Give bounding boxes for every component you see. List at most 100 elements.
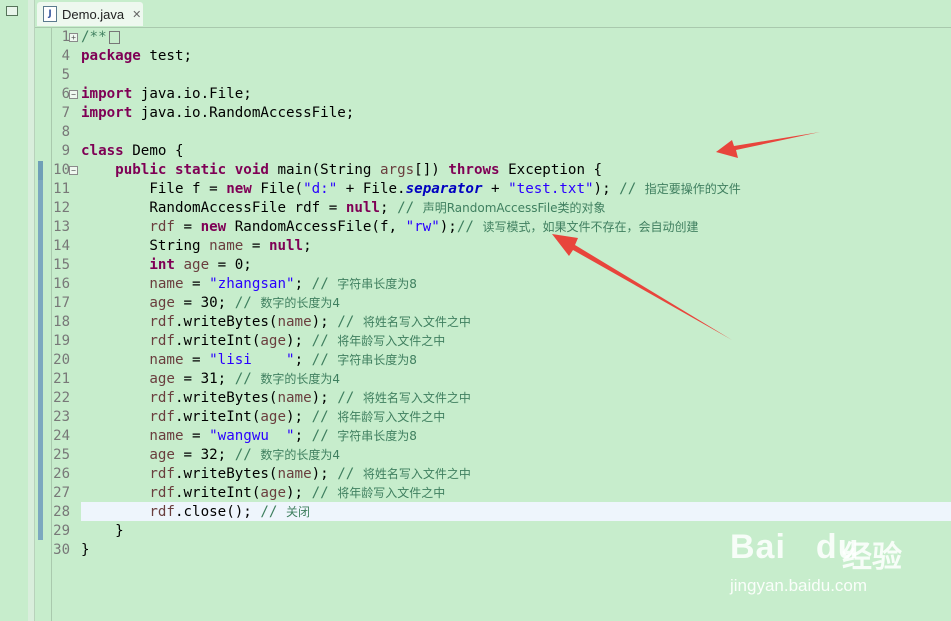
line-number-row: 12 bbox=[52, 199, 78, 218]
code-line-18: rdf.writeBytes(name); // 将姓名写入文件之中 bbox=[81, 313, 471, 332]
comment-marker: // bbox=[311, 333, 338, 349]
keyword: new bbox=[200, 219, 227, 235]
comment-marker: // bbox=[619, 181, 645, 197]
line-number: 10 bbox=[53, 162, 70, 178]
code-text: ); bbox=[593, 181, 620, 197]
comment: // 将姓名写入文件之中 bbox=[337, 466, 471, 482]
variable: name bbox=[209, 238, 244, 254]
code-text: String bbox=[149, 238, 210, 254]
comment-text: 声明RandomAccessFile类的对象 bbox=[422, 201, 606, 215]
comment-text: 指定要操作的文件 bbox=[644, 182, 741, 196]
code-text: .writeBytes( bbox=[174, 390, 278, 406]
java-file-icon: J bbox=[43, 6, 57, 22]
code-text: + File. bbox=[337, 181, 406, 197]
line-number-row: 29 bbox=[52, 522, 78, 541]
watermark-url: jingyan.baidu.com bbox=[730, 576, 868, 595]
code-line-15: int age = 0; bbox=[81, 256, 252, 275]
close-icon[interactable]: ✕ bbox=[132, 8, 141, 21]
keyword: int bbox=[149, 257, 175, 273]
comment-marker: // bbox=[234, 295, 261, 311]
line-number: 26 bbox=[53, 466, 70, 482]
code-text: = bbox=[183, 428, 210, 444]
comment-marker: // bbox=[337, 390, 363, 406]
comment-text: 将年龄写入文件之中 bbox=[337, 410, 446, 424]
line-number: 5 bbox=[61, 67, 70, 83]
code-line-28: rdf.close(); // 关闭 bbox=[81, 503, 310, 522]
code-line-4: package test; bbox=[81, 47, 192, 66]
comment-marker: // bbox=[311, 352, 338, 368]
comment: // 字符串长度为8 bbox=[312, 276, 417, 292]
editor-tab-demo-java[interactable]: J Demo.java ✕ bbox=[37, 2, 143, 26]
code-text: } bbox=[115, 523, 124, 539]
static-field: separator bbox=[405, 181, 483, 197]
comment-text: 将姓名写入文件之中 bbox=[362, 391, 471, 405]
line-number: 14 bbox=[53, 238, 70, 254]
code-text: } bbox=[81, 542, 90, 558]
line-number: 17 bbox=[53, 295, 70, 311]
keyword: import bbox=[81, 86, 133, 102]
comment: /** bbox=[81, 29, 107, 45]
code-text: []) bbox=[414, 162, 449, 178]
comment-marker: // bbox=[260, 504, 287, 520]
code-text: = 32; bbox=[174, 447, 235, 463]
occurrence-marker bbox=[38, 161, 43, 180]
code-text: = 30; bbox=[174, 295, 235, 311]
collapse-fold-icon[interactable]: − bbox=[69, 90, 78, 99]
collapse-fold-icon[interactable]: − bbox=[69, 166, 78, 175]
line-number: 8 bbox=[61, 124, 70, 140]
variable: rdf bbox=[149, 485, 175, 501]
code-line-17: age = 30; // 数字的长度为4 bbox=[81, 294, 340, 313]
panel-divider[interactable] bbox=[28, 0, 35, 621]
string-literal: "zhangsan" bbox=[209, 276, 295, 292]
code-text: RandomAccessFile(f, bbox=[226, 219, 406, 235]
variable: rdf bbox=[149, 504, 175, 520]
line-number-row: 4 bbox=[52, 47, 78, 66]
comment-text: 字符串长度为8 bbox=[337, 429, 417, 443]
variable: name bbox=[149, 276, 184, 292]
keyword: package bbox=[81, 48, 141, 64]
code-text: .writeBytes( bbox=[174, 466, 278, 482]
keyword: throws bbox=[448, 162, 500, 178]
variable: rdf bbox=[149, 466, 175, 482]
line-number-row: 19 bbox=[52, 332, 78, 351]
code-line-29: } bbox=[81, 522, 124, 541]
line-number: 4 bbox=[61, 48, 70, 64]
code-text: ); bbox=[439, 219, 457, 235]
comment-marker: // bbox=[311, 485, 338, 501]
line-number-row: 1 + bbox=[52, 28, 78, 47]
comment: // 关闭 bbox=[260, 504, 310, 520]
code-line-14: String name = null; bbox=[81, 237, 311, 256]
comment-marker: // bbox=[337, 314, 363, 330]
line-number: 20 bbox=[53, 352, 70, 368]
variable: age bbox=[260, 485, 287, 501]
comment-marker: // bbox=[311, 276, 338, 292]
comment: // 将年龄写入文件之中 bbox=[312, 485, 446, 501]
comment-text: 读写模式，如果文件不存在，会自动创建 bbox=[482, 220, 699, 234]
code-line-10: public static void main(String args[]) t… bbox=[81, 161, 602, 180]
variable: rdf bbox=[149, 314, 175, 330]
line-number: 15 bbox=[53, 257, 70, 273]
variable: name bbox=[277, 466, 312, 482]
comment: // 声明RandomAccessFile类的对象 bbox=[397, 200, 605, 216]
line-number: 7 bbox=[61, 105, 70, 121]
comment: // 读写模式，如果文件不存在，会自动创建 bbox=[457, 219, 699, 235]
comment: // 数字的长度为4 bbox=[235, 371, 340, 387]
comment: // 将姓名写入文件之中 bbox=[337, 314, 471, 330]
comment-text: 数字的长度为4 bbox=[260, 372, 341, 386]
line-number-row: 9 bbox=[52, 142, 78, 161]
vertical-ruler[interactable] bbox=[35, 28, 52, 621]
restore-view-icon[interactable] bbox=[6, 6, 18, 16]
line-number-row: 23 bbox=[52, 408, 78, 427]
expand-fold-icon[interactable]: + bbox=[69, 33, 78, 42]
line-number-row: 17 bbox=[52, 294, 78, 313]
line-number: 27 bbox=[53, 485, 70, 501]
line-number-row: 21 bbox=[52, 370, 78, 389]
comment-text: 将姓名写入文件之中 bbox=[362, 467, 471, 481]
line-number-row: 8 bbox=[52, 123, 78, 142]
collapsed-comment-icon[interactable] bbox=[108, 30, 120, 44]
code-text: ); bbox=[286, 333, 312, 349]
variable: name bbox=[149, 352, 184, 368]
left-panel bbox=[0, 0, 29, 621]
code-line-19: rdf.writeInt(age); // 将年龄写入文件之中 bbox=[81, 332, 445, 351]
line-number: 12 bbox=[53, 200, 70, 216]
